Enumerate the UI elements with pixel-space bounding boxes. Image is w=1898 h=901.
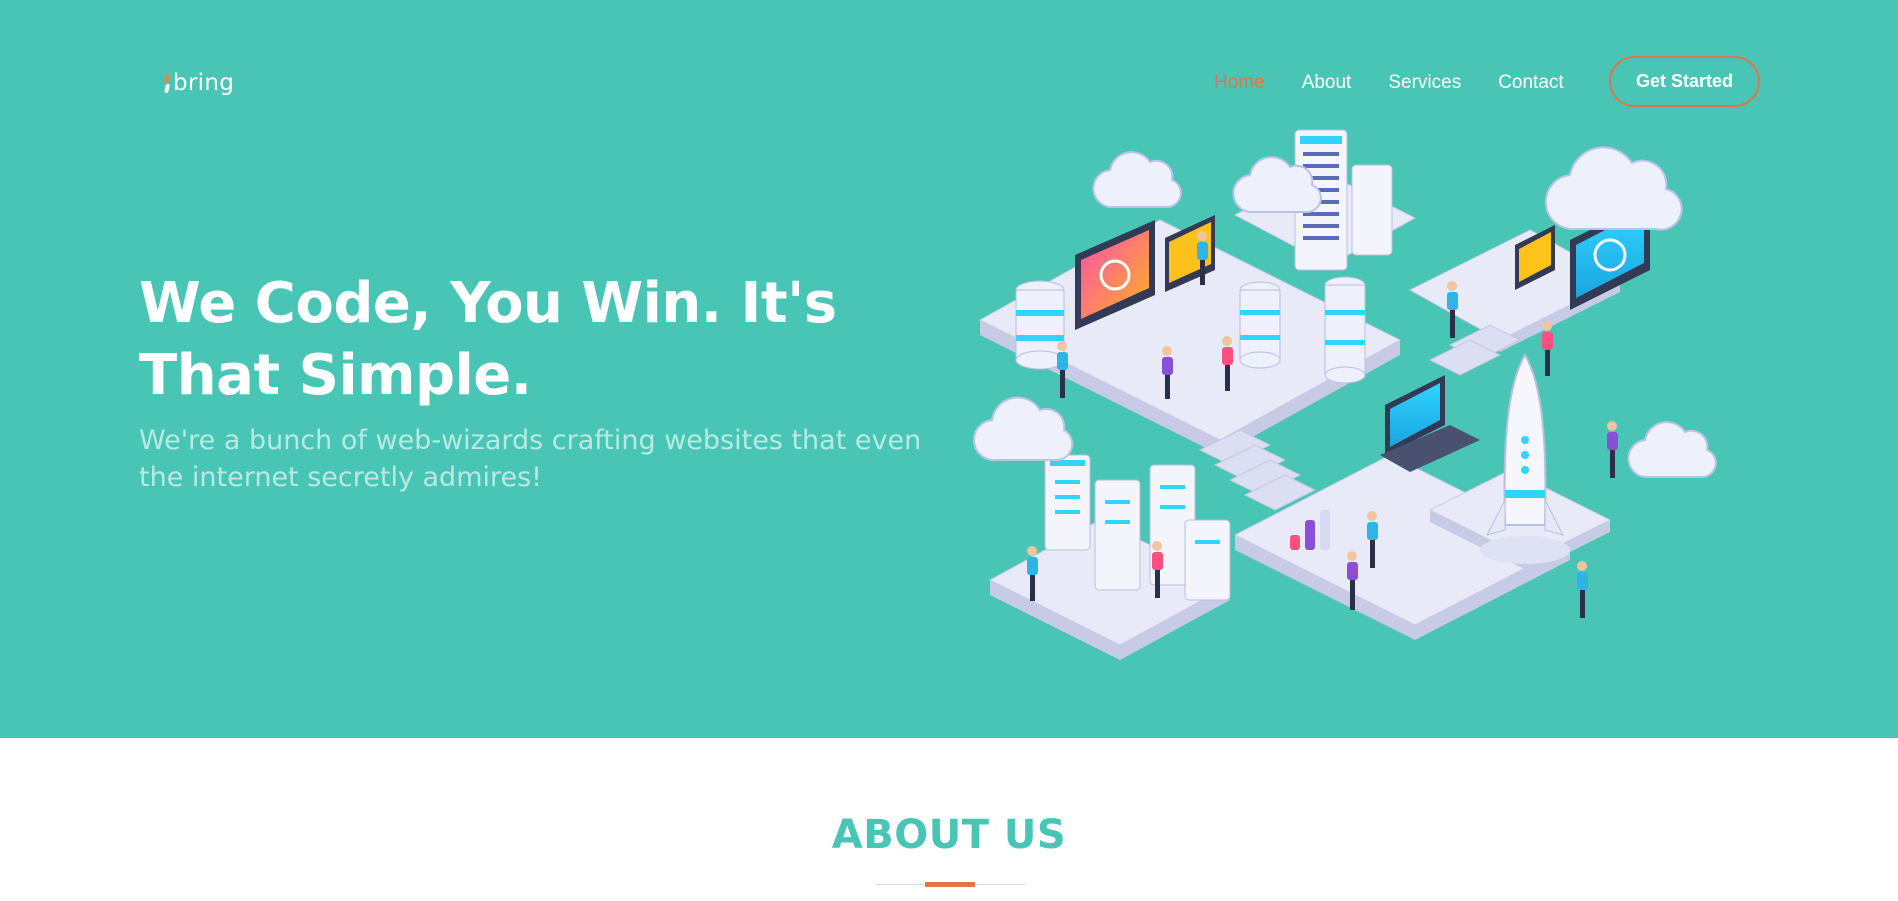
- nav-contact[interactable]: Contact: [1498, 72, 1563, 94]
- brand-logo[interactable]: bring: [164, 68, 235, 98]
- get-started-button[interactable]: Get Started: [1609, 56, 1760, 107]
- isometric-tech-illustration-icon: [972, 129, 1717, 660]
- hero-section: bring Home About Services Contact Get St…: [0, 0, 1898, 738]
- about-title-accent-bar: [925, 882, 975, 887]
- nav-services[interactable]: Services: [1388, 72, 1461, 94]
- hero-title: We Code, You Win. It's That Simple.: [139, 271, 837, 408]
- about-section-title: ABOUT US: [831, 812, 1067, 858]
- nav-home[interactable]: Home: [1214, 72, 1265, 94]
- logo-text: bring: [173, 70, 235, 96]
- hero-subtitle: We're a bunch of web-wizards crafting we…: [139, 425, 922, 493]
- logo-mark-icon: [164, 72, 171, 94]
- main-nav: Home About Services Contact: [1200, 68, 1601, 98]
- nav-about[interactable]: About: [1302, 72, 1352, 94]
